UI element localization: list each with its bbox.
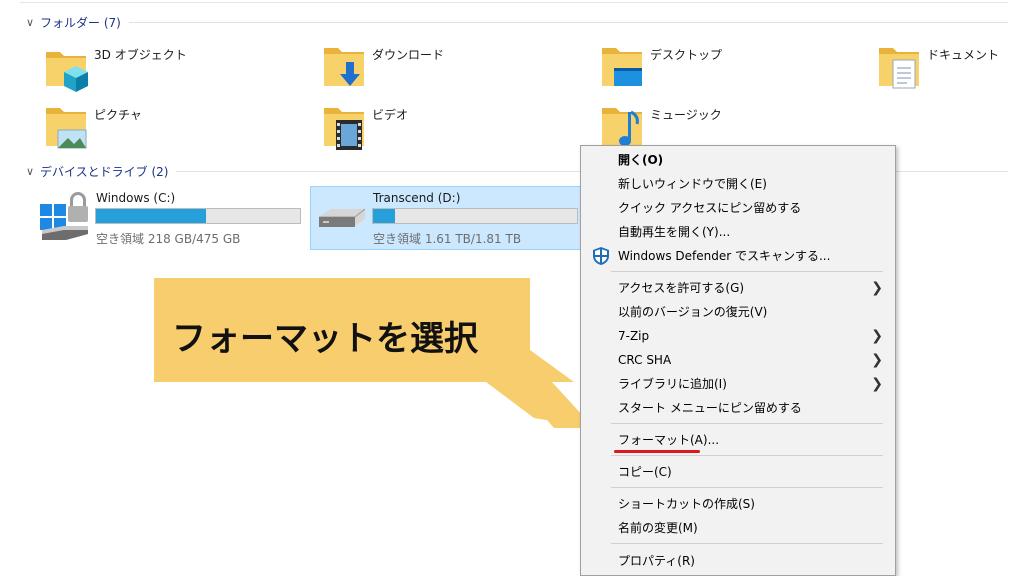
menu-item-label: 7-Zip	[618, 329, 650, 343]
menu-item-label: スタート メニューにピン留めする	[618, 401, 802, 415]
menu-item-label: ライブラリに追加(I)	[618, 377, 727, 391]
menu-item-label: クイック アクセスにピン留めする	[618, 201, 802, 215]
menu-item-label: 自動再生を開く(Y)...	[618, 225, 731, 239]
folder-label: デスクトップ	[650, 48, 723, 62]
windows-defender-shield-icon	[591, 246, 611, 274]
devices-group-label: デバイスとドライブ (2)	[40, 164, 169, 179]
folders-group-header[interactable]: ∨ フォルダー (7)	[26, 13, 1008, 31]
menu-item-open[interactable]: 開く(O)	[581, 148, 895, 172]
drive-usage-bar	[372, 208, 578, 224]
folder-item-downloads[interactable]: ダウンロード	[322, 44, 444, 88]
menu-item-crc-sha[interactable]: CRC SHA ❯	[581, 348, 895, 372]
menu-separator	[611, 487, 883, 488]
folder-label: ダウンロード	[372, 48, 445, 62]
music-folder-icon	[600, 104, 644, 148]
chevron-right-icon: ❯	[871, 376, 883, 392]
folder-item-music[interactable]: ミュージック	[600, 104, 722, 148]
menu-item-format[interactable]: フォーマット(A)...	[581, 428, 895, 452]
folders-group-label: フォルダー (7)	[40, 15, 121, 30]
folder-item-videos[interactable]: ビデオ	[322, 104, 409, 150]
menu-separator	[611, 455, 883, 456]
drive-name: Transcend (D:)	[373, 191, 461, 205]
menu-item-copy[interactable]: コピー(C)	[581, 460, 895, 484]
windows-drive-icon	[38, 190, 90, 246]
drive-usage-fill	[373, 209, 396, 223]
menu-item-restore-versions[interactable]: 以前のバージョンの復元(V)	[581, 300, 895, 324]
downloads-folder-icon	[322, 44, 366, 88]
drive-name: Windows (C:)	[96, 191, 176, 205]
menu-item-autoplay[interactable]: 自動再生を開く(Y)...	[581, 220, 895, 244]
folder-label: ドキュメント	[927, 48, 1000, 62]
menu-item-label: フォーマット(A)...	[618, 433, 720, 447]
menu-item-7zip[interactable]: 7-Zip ❯	[581, 324, 895, 348]
menu-item-add-library[interactable]: ライブラリに追加(I) ❯	[581, 372, 895, 396]
group-divider	[128, 21, 1008, 23]
menu-item-give-access[interactable]: アクセスを許可する(G) ❯	[581, 276, 895, 300]
removable-drive-icon	[317, 203, 367, 237]
menu-item-label: アクセスを許可する(G)	[618, 281, 745, 295]
drive-item-windows-c[interactable]: Windows (C:) 空き領域 218 GB/475 GB	[36, 186, 308, 248]
chevron-down-icon: ∨	[26, 15, 35, 29]
folder-item-pictures[interactable]: ピクチャ	[44, 104, 142, 149]
videos-folder-icon	[322, 104, 366, 150]
drive-item-transcend-d[interactable]: Transcend (D:) 空き領域 1.61 TB/1.81 TB	[310, 186, 588, 250]
pictures-folder-icon	[44, 104, 88, 149]
menu-separator	[611, 543, 883, 544]
menu-item-label: ショートカットの作成(S)	[618, 497, 755, 511]
context-menu: 開く(O) 新しいウィンドウで開く(E) クイック アクセスにピン留めする 自動…	[580, 145, 896, 576]
folder-label: ビデオ	[372, 108, 409, 122]
menu-item-label: 以前のバージョンの復元(V)	[618, 305, 768, 319]
menu-separator	[611, 423, 883, 424]
menu-item-properties[interactable]: プロパティ(R)	[581, 549, 895, 573]
menu-separator	[611, 271, 883, 272]
folder-item-documents[interactable]: ドキュメント	[877, 44, 1000, 89]
chevron-right-icon: ❯	[871, 352, 883, 368]
callout-text: フォーマットを選択	[172, 319, 478, 359]
chevron-right-icon: ❯	[871, 280, 883, 296]
menu-item-open-new-window[interactable]: 新しいウィンドウで開く(E)	[581, 172, 895, 196]
menu-item-rename[interactable]: 名前の変更(M)	[581, 516, 895, 540]
folder-label: ピクチャ	[94, 108, 142, 122]
folder-label: 3D オブジェクト	[94, 48, 187, 62]
top-divider	[20, 2, 1008, 3]
drive-free-space: 空き領域 1.61 TB/1.81 TB	[373, 232, 522, 246]
menu-item-label: 開く(O)	[618, 153, 664, 167]
menu-item-create-shortcut[interactable]: ショートカットの作成(S)	[581, 492, 895, 516]
3d-objects-folder-icon	[44, 44, 88, 92]
menu-item-label: 名前の変更(M)	[618, 521, 698, 535]
menu-item-defender-scan[interactable]: Windows Defender でスキャンする...	[581, 244, 895, 268]
menu-item-pin-start[interactable]: スタート メニューにピン留めする	[581, 396, 895, 420]
menu-item-label: プロパティ(R)	[618, 554, 695, 568]
menu-item-label: Windows Defender でスキャンする...	[618, 249, 831, 263]
menu-item-label: コピー(C)	[618, 465, 672, 479]
desktop-folder-icon	[600, 44, 644, 88]
chevron-right-icon: ❯	[871, 328, 883, 344]
documents-folder-icon	[877, 44, 921, 89]
folder-item-3d-objects[interactable]: 3D オブジェクト	[44, 44, 187, 92]
drive-usage-fill	[96, 209, 207, 223]
folder-item-desktop[interactable]: デスクトップ	[600, 44, 722, 88]
chevron-down-icon: ∨	[26, 164, 35, 178]
format-highlight-underline	[614, 450, 700, 453]
drive-free-space: 空き領域 218 GB/475 GB	[96, 232, 241, 246]
menu-item-label: CRC SHA	[618, 353, 672, 367]
folder-label: ミュージック	[650, 108, 722, 122]
menu-item-pin-quick-access[interactable]: クイック アクセスにピン留めする	[581, 196, 895, 220]
drive-usage-bar	[95, 208, 301, 224]
menu-item-label: 新しいウィンドウで開く(E)	[618, 177, 767, 191]
